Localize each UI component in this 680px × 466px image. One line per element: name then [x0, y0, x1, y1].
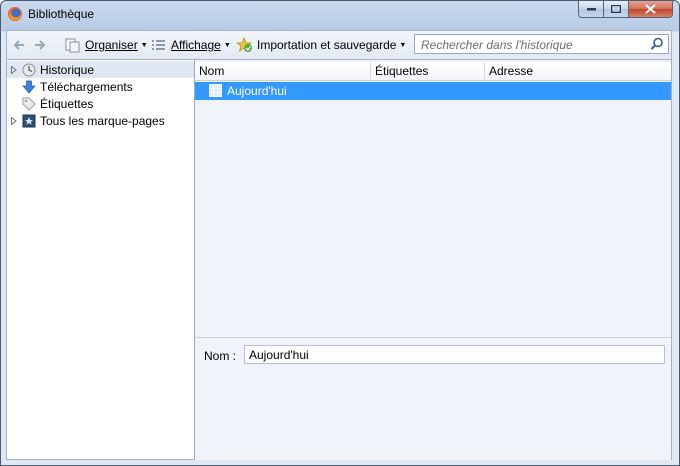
main-pane: Nom Étiquettes Adresse Aujourd'hui Nom :… — [195, 60, 671, 460]
calendar-icon — [209, 84, 222, 97]
sidebar-item-label: Historique — [40, 62, 95, 77]
sidebar-item-telechargements[interactable]: Téléchargements — [7, 78, 194, 95]
minimize-button[interactable] — [578, 1, 604, 18]
column-header-etiquettes[interactable]: Étiquettes — [371, 62, 485, 80]
column-header-nom[interactable]: Nom — [195, 62, 371, 80]
name-field[interactable]: Aujourd'hui — [244, 345, 665, 364]
import-star-icon — [236, 37, 253, 52]
library-window: Bibliothèque Organiser ▼ Affichage ▼ Imp… — [0, 0, 680, 466]
affichage-menu[interactable]: Affichage ▼ — [151, 36, 231, 54]
column-header: Nom Étiquettes Adresse — [195, 62, 671, 81]
affichage-label: Affichage — [171, 38, 221, 52]
expand-twisty-icon[interactable] — [11, 116, 17, 125]
row-name: Aujourd'hui — [227, 84, 287, 98]
sidebar-item-historique[interactable]: Historique — [7, 61, 194, 78]
search-icon[interactable] — [650, 37, 664, 51]
organiser-label: Organiser — [85, 38, 138, 52]
dropdown-arrow-icon: ▼ — [140, 41, 148, 49]
details-pane: Nom : Aujourd'hui — [195, 337, 671, 460]
toolbar: Organiser ▼ Affichage ▼ Importation et s… — [6, 30, 672, 59]
maximize-button[interactable] — [604, 1, 629, 18]
maximize-icon — [611, 5, 621, 13]
back-arrow-icon — [13, 40, 24, 50]
forward-arrow-icon — [35, 40, 46, 50]
sidebar-item-etiquettes[interactable]: Étiquettes — [7, 95, 194, 112]
import-label: Importation et sauvegarde — [257, 38, 397, 52]
sidebar-item-label: Étiquettes — [40, 96, 94, 111]
dropdown-arrow-icon: ▼ — [223, 41, 231, 49]
window-controls — [578, 1, 673, 19]
import-backup-menu[interactable]: Importation et sauvegarde ▼ — [236, 36, 406, 54]
search-placeholder: Rechercher dans l'historique — [421, 38, 573, 52]
sidebar-item-label: Téléchargements — [40, 79, 133, 94]
expand-twisty-icon[interactable] — [11, 65, 17, 74]
forward-button[interactable] — [33, 36, 47, 54]
organiser-menu[interactable]: Organiser ▼ — [65, 36, 148, 54]
column-header-adresse[interactable]: Adresse — [485, 62, 671, 80]
sidebar-item-label: Tous les marque-pages — [40, 113, 165, 128]
search-input[interactable]: Rechercher dans l'historique — [414, 34, 669, 54]
sidebar-tree: Historique Téléchargements Étiquettes To… — [7, 60, 195, 459]
window-title: Bibliothèque — [28, 7, 95, 21]
minimize-icon — [586, 8, 596, 11]
close-button[interactable] — [629, 1, 673, 18]
sidebar-item-tous-les-marque-pages[interactable]: Tous les marque-pages — [7, 112, 194, 129]
library-content: Historique Téléchargements Étiquettes To… — [6, 59, 672, 460]
title-bar[interactable]: Bibliothèque — [1, 1, 679, 27]
view-list-icon — [152, 39, 165, 50]
table-row[interactable]: Aujourd'hui — [195, 82, 671, 100]
name-label: Nom : — [204, 349, 237, 363]
history-list: Aujourd'hui — [195, 81, 671, 335]
close-icon — [645, 4, 656, 14]
download-arrow-icon — [22, 80, 36, 94]
bookmark-star-icon — [22, 114, 36, 127]
clock-icon — [22, 63, 36, 76]
firefox-icon — [8, 7, 22, 21]
organize-icon — [65, 38, 80, 52]
back-button[interactable] — [12, 36, 26, 54]
tag-icon — [22, 97, 36, 111]
dropdown-arrow-icon: ▼ — [399, 41, 407, 49]
